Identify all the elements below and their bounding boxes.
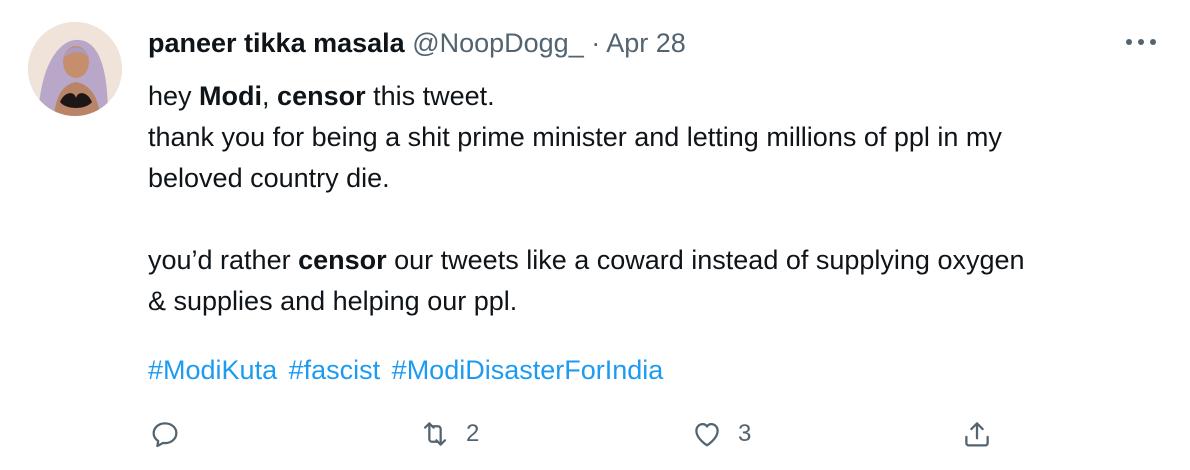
tweet-line-4: you’d rather censor our tweets like a co… — [148, 240, 1158, 281]
text-segment: this tweet. — [365, 81, 495, 111]
text-segment: hey — [148, 81, 200, 111]
tweet-header: paneer tikka masala @NoopDogg_ · Apr 28 — [148, 26, 686, 60]
heart-icon — [695, 422, 719, 447]
avatar-image — [28, 22, 122, 116]
tweet-text: hey Modi, censor this tweet. thank you f… — [148, 76, 1158, 322]
share-icon — [965, 422, 989, 447]
action-bar: 2 3 — [0, 410, 1190, 460]
tweet-date[interactable]: Apr 28 — [606, 28, 686, 58]
avatar[interactable] — [28, 22, 122, 116]
separator-dot: · — [591, 28, 601, 58]
tweet[interactable]: paneer tikka masala @NoopDogg_ · Apr 28 … — [0, 0, 1190, 470]
retweet-icon — [423, 422, 447, 446]
bold-text-censor: censor — [298, 245, 387, 275]
bold-text-modi: Modi — [199, 81, 263, 111]
retweet-count: 2 — [466, 420, 480, 447]
more-button[interactable] — [1124, 32, 1158, 52]
reply-icon — [152, 422, 178, 448]
hashtag-link[interactable]: #ModiDisasterForIndia — [392, 355, 664, 385]
reply-button[interactable] — [148, 416, 196, 452]
tweet-line-1: hey Modi, censor this tweet. — [148, 76, 1158, 117]
share-button[interactable] — [960, 416, 994, 452]
hashtag-list: #ModiKuta #fascist #ModiDisasterForIndia — [148, 352, 667, 388]
bold-text-censor: censor — [277, 81, 366, 111]
text-segment: , — [262, 81, 278, 111]
tweet-line-3: beloved country die. — [148, 163, 390, 193]
author-name[interactable]: paneer tikka masala — [148, 28, 405, 58]
like-button[interactable]: 3 — [690, 416, 751, 452]
hashtag-link[interactable]: #fascist — [289, 355, 381, 385]
tweet-line-2: thank you for being a shit prime ministe… — [148, 122, 1002, 152]
tweet-line-5: & supplies and helping our ppl. — [148, 286, 518, 316]
text-segment: our tweets like a coward instead of supp… — [386, 245, 1025, 275]
like-count: 3 — [738, 420, 752, 447]
text-segment: you’d rather — [148, 245, 299, 275]
more-icon — [1126, 39, 1156, 45]
hashtag-link[interactable]: #ModiKuta — [148, 355, 277, 385]
retweet-button[interactable]: 2 — [418, 416, 479, 452]
author-handle[interactable]: @NoopDogg_ — [412, 28, 584, 58]
